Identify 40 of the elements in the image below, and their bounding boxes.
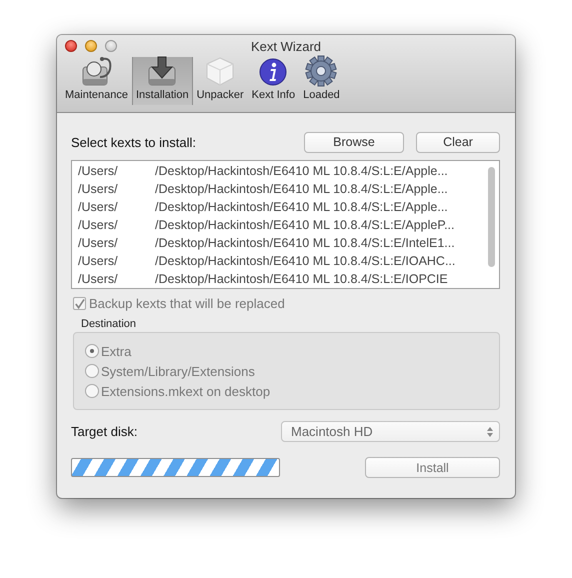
minimize-button[interactable] (85, 40, 97, 52)
radio-label: Extensions.mkext on desktop (101, 384, 270, 398)
file-path-cell: /Desktop/Hackintosh/E6410 ML 10.8.4/S:L:E/Apple... (155, 200, 448, 214)
file-path-cell: /Desktop/Hackintosh/E6410 ML 10.8.4/S:L:E/IntelE1... (155, 236, 455, 250)
target-disk-label: Target disk: (71, 424, 138, 439)
file-path-cell: /Desktop/Hackintosh/E6410 ML 10.8.4/S:L:E/Apple... (155, 164, 448, 178)
toolbar-tab[interactable]: Maintenance (61, 57, 132, 105)
cube-icon (204, 55, 236, 87)
file-path-cell-text: /Users/ (78, 200, 119, 214)
radio-label: Extra (101, 344, 132, 358)
destination-title: Destination (81, 318, 138, 330)
scrollbar-thumb[interactable] (488, 167, 495, 267)
file-path-cell-text: /Users/ (78, 164, 119, 178)
file-path-cell: /Desktop/Hackintosh/E6410 ML 10.8.4/S:L:E/IOAHC... (155, 254, 456, 268)
toolbar-tab[interactable]: Loaded (299, 57, 344, 105)
file-path-cell-text: /Users/ (78, 218, 119, 232)
toolbar-tab[interactable]: Kext Info (248, 57, 300, 105)
checkbox-label: Backup kexts that will be replaced (89, 296, 285, 311)
radio-label: System/Library/Extensions (101, 364, 255, 378)
file-path-cell-text: /Users/ (78, 272, 119, 286)
kext-file-list[interactable] (71, 160, 500, 289)
file-path-cell-text: /Users/ (78, 254, 119, 268)
file-path-cell-text: /Users/ (78, 182, 119, 196)
info-icon (258, 57, 288, 87)
zoom-button[interactable] (105, 40, 117, 52)
file-path-cell: /Desktop/Hackintosh/E6410 ML 10.8.4/S:L:E/AppleP... (155, 218, 454, 232)
disk-download-icon (146, 55, 178, 87)
gear-icon (305, 55, 338, 87)
close-button[interactable] (65, 40, 77, 52)
action-button[interactable]: Clear (416, 132, 500, 152)
up-down-arrows-icon (487, 426, 493, 436)
file-path-cell: /Desktop/Hackintosh/E6410 ML 10.8.4/S:L:E/Apple... (155, 182, 448, 196)
disk-stethoscope-icon (80, 55, 114, 87)
action-button[interactable]: Browse (304, 132, 404, 152)
file-path-cell-text: /Users/ (78, 236, 119, 250)
window-title: Kext Wizard (250, 38, 322, 54)
toolbar-tab[interactable]: Unpacker (192, 57, 248, 105)
toolbar-tab[interactable]: Installation (132, 57, 193, 105)
select-kexts-label: Select kexts to install: (71, 134, 197, 150)
file-path-cell: /Desktop/Hackintosh/E6410 ML 10.8.4/S:L:E/IOPCIE (155, 272, 448, 286)
